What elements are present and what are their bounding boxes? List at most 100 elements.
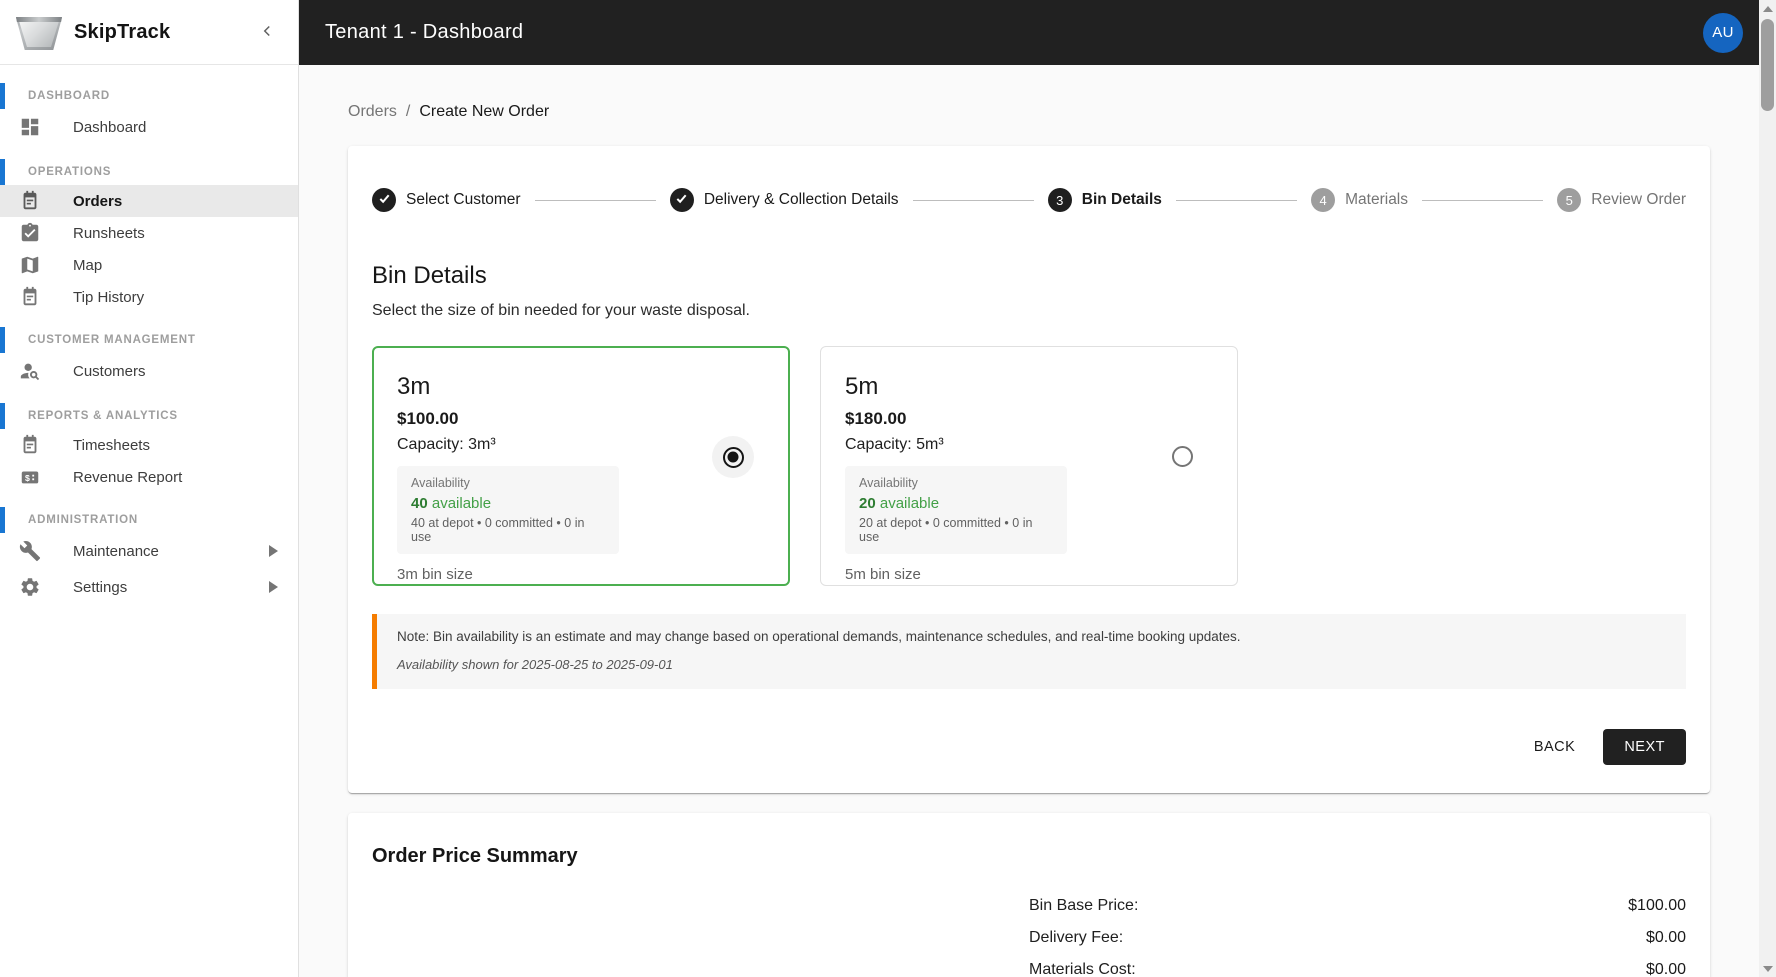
next-button[interactable]: NEXT: [1603, 729, 1686, 765]
back-button[interactable]: BACK: [1520, 730, 1590, 764]
summary-row: Materials Cost: $0.00: [1029, 954, 1686, 977]
page-title: Tenant 1 - Dashboard: [325, 21, 524, 43]
step-label: Materials: [1345, 191, 1409, 208]
bin-caption: 3m bin size: [397, 566, 473, 583]
summary-row: Bin Base Price: $100.00: [1029, 890, 1686, 922]
sidebar-item-label: Orders: [73, 192, 123, 210]
bin-radio-selected[interactable]: [712, 436, 754, 478]
step-check-circle: [372, 188, 396, 212]
note-date-range: Availability shown for 2025-08-25 to 202…: [397, 657, 673, 672]
sidebar-item-label: Timesheets: [73, 436, 150, 454]
wrench-icon: [18, 539, 42, 563]
summary-rows: Bin Base Price: $100.00 Delivery Fee: $0…: [1029, 890, 1686, 977]
user-avatar[interactable]: AU: [1703, 12, 1743, 53]
nav-section-reports-analytics: REPORTS & ANALYTICS Timesheets $ Revenue…: [0, 403, 298, 493]
bin-details-heading: Bin Details: [372, 262, 487, 289]
bin-price: $100.00: [397, 409, 459, 428]
nav-section-label: CUSTOMER MANAGEMENT: [28, 334, 196, 346]
sidebar-item-runsheets[interactable]: Runsheets: [0, 217, 298, 249]
nav-section-dashboard: DASHBOARD Dashboard: [0, 83, 298, 145]
available-count: 20: [859, 495, 876, 512]
gear-icon: [18, 575, 42, 599]
sidebar-item-label: Tip History: [73, 288, 145, 306]
available-word: available: [431, 495, 492, 512]
sidebar-item-label: Revenue Report: [73, 468, 183, 486]
check-icon: [675, 192, 688, 208]
bin-options-row: 3m $100.00 Capacity: 3m³ Availability 40…: [372, 346, 1686, 586]
chevron-left-icon: [258, 22, 276, 43]
step-bin-details[interactable]: 3 Bin Details: [1047, 188, 1162, 212]
step-materials: 4 Materials: [1311, 188, 1408, 212]
step-select-customer[interactable]: Select Customer: [372, 188, 521, 212]
scrollbar-down-arrow[interactable]: [1759, 960, 1776, 977]
available-count-line: 40 available: [411, 495, 605, 512]
map-icon: [18, 253, 42, 277]
bin-capacity: Capacity: 5m³: [845, 436, 944, 453]
main-content: Orders / Create New Order Select Custome…: [299, 65, 1759, 977]
availability-note: Note: Bin availability is an estimate an…: [372, 614, 1686, 689]
stock-detail: 20 at depot • 0 committed • 0 in use: [859, 516, 1033, 544]
scrollbar-thumb[interactable]: [1761, 19, 1774, 111]
collapse-sidebar-button[interactable]: [254, 18, 280, 47]
sidebar: SkipTrack DASHBOARD Dashboard OPERATIONS: [0, 0, 299, 977]
availability-panel: Availability 20 available 20 at depot • …: [845, 466, 1067, 554]
note-text: Note: Bin availability is an estimate an…: [397, 629, 1241, 644]
order-price-summary-card: Order Price Summary Bin Base Price: $100…: [348, 813, 1710, 977]
sidebar-item-dashboard[interactable]: Dashboard: [0, 109, 298, 145]
step-check-circle: [669, 188, 694, 212]
availability-panel: Availability 40 available 40 at depot • …: [397, 466, 619, 554]
step-label: Delivery & Collection Details: [703, 191, 899, 208]
nav-section-customer-management: CUSTOMER MANAGEMENT Customers: [0, 327, 298, 389]
sidebar-item-label: Runsheets: [73, 224, 145, 242]
nav-section-operations: OPERATIONS Orders Runsheets Map Tip Hist…: [0, 159, 298, 313]
expand-right-icon: [269, 581, 278, 593]
sidebar-item-settings[interactable]: Settings: [0, 569, 298, 605]
available-word: available: [879, 495, 940, 512]
event-note-icon: [18, 285, 42, 309]
order-wizard-card: Select Customer Delivery & Collection De…: [348, 146, 1710, 793]
summary-label: Delivery Fee:: [1029, 929, 1124, 946]
event-note-icon: [18, 433, 42, 457]
step-connector: [912, 199, 1034, 201]
vertical-scrollbar[interactable]: [1759, 0, 1776, 977]
money-report-icon: $: [18, 465, 42, 489]
step-number-circle: 3: [1047, 188, 1072, 212]
sidebar-item-maintenance[interactable]: Maintenance: [0, 533, 298, 569]
sidebar-item-map[interactable]: Map: [0, 249, 298, 281]
breadcrumb-current: Create New Order: [419, 103, 550, 120]
clipboard-check-icon: [18, 221, 42, 245]
sidebar-nav: DASHBOARD Dashboard OPERATIONS Orders Ru…: [0, 65, 298, 605]
svg-text:$: $: [25, 473, 30, 483]
event-note-icon: [18, 189, 42, 213]
sidebar-item-tip-history[interactable]: Tip History: [0, 281, 298, 313]
nav-section-label: REPORTS & ANALYTICS: [28, 410, 178, 422]
sidebar-item-label: Customers: [73, 362, 146, 380]
nav-section-label: DASHBOARD: [28, 90, 110, 102]
step-connector: [534, 199, 656, 201]
step-label: Bin Details: [1081, 191, 1162, 208]
scrollbar-up-arrow[interactable]: [1759, 0, 1776, 17]
sidebar-item-timesheets[interactable]: Timesheets: [0, 429, 298, 461]
summary-value: $100.00: [1628, 897, 1686, 914]
expand-right-icon: [269, 545, 278, 557]
dashboard-icon: [18, 115, 42, 139]
step-label: Review Order: [1591, 191, 1687, 208]
step-number-circle: 4: [1311, 188, 1336, 212]
bin-option-3m[interactable]: 3m $100.00 Capacity: 3m³ Availability 40…: [372, 346, 790, 586]
step-delivery-collection[interactable]: Delivery & Collection Details: [669, 188, 899, 212]
sidebar-item-customers[interactable]: Customers: [0, 353, 298, 389]
check-icon: [378, 192, 391, 208]
step-connector: [1175, 199, 1298, 201]
bin-option-5m[interactable]: 5m $180.00 Capacity: 5m³ Availability 20…: [820, 346, 1238, 586]
bin-size-title: 3m: [397, 373, 431, 400]
bin-size-title: 5m: [845, 373, 879, 400]
breadcrumb-orders-link[interactable]: Orders: [348, 103, 397, 121]
sidebar-item-revenue-report[interactable]: $ Revenue Report: [0, 461, 298, 493]
sidebar-item-label: Map: [73, 256, 103, 274]
bin-caption: 5m bin size: [845, 566, 921, 583]
summary-label: Materials Cost:: [1029, 961, 1136, 977]
step-label: Select Customer: [406, 191, 521, 208]
sidebar-item-orders[interactable]: Orders: [0, 185, 298, 217]
sidebar-item-label: Settings: [73, 578, 128, 596]
bin-radio-unselected[interactable]: [1161, 435, 1203, 477]
